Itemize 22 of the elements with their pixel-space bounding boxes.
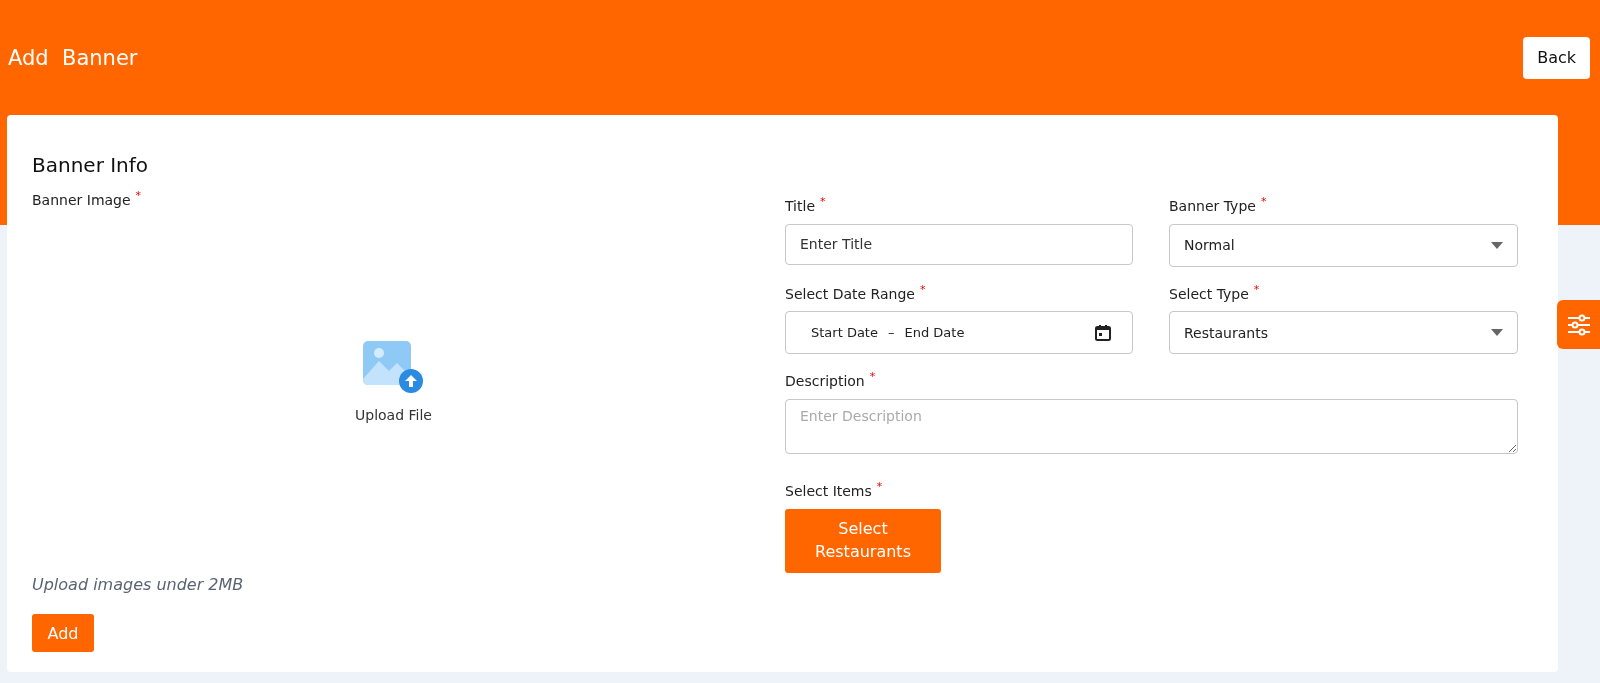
settings-button[interactable] <box>1557 300 1600 349</box>
back-button[interactable]: Back <box>1523 36 1590 79</box>
caret-icon <box>1491 329 1503 337</box>
sliders-icon <box>1566 313 1591 336</box>
page-title: Add Banner <box>8 45 138 70</box>
upload-label: Upload File <box>355 407 432 424</box>
title-input[interactable]: Enter Title <box>785 223 1133 265</box>
field-label: Banner Type $^{*}$ <box>1169 195 1268 214</box>
select-dropdown[interactable]: Restaurants <box>1169 311 1518 355</box>
field-label: Select Type $^{*}$ <box>1169 282 1261 302</box>
upload-hint: Upload images under 2MB <box>32 575 245 594</box>
field-label: Select Date Range $^{*}$ <box>785 282 927 302</box>
caret-icon <box>1491 241 1503 249</box>
section-title: Banner Info <box>32 153 150 177</box>
field-label: Description $^{*}$ <box>785 370 877 389</box>
description-input[interactable]: Enter Description <box>785 398 1518 454</box>
calendar-icon <box>1094 323 1112 342</box>
date-range-field[interactable]: Start Date – End Date <box>785 311 1133 355</box>
field-label: Banner Image $^{*}$ <box>32 189 143 208</box>
field-label: Title $^{*}$ <box>785 195 827 214</box>
select-dropdown[interactable]: Normal <box>1169 223 1518 267</box>
field-label: Select Items $^{*}$ <box>785 479 884 499</box>
